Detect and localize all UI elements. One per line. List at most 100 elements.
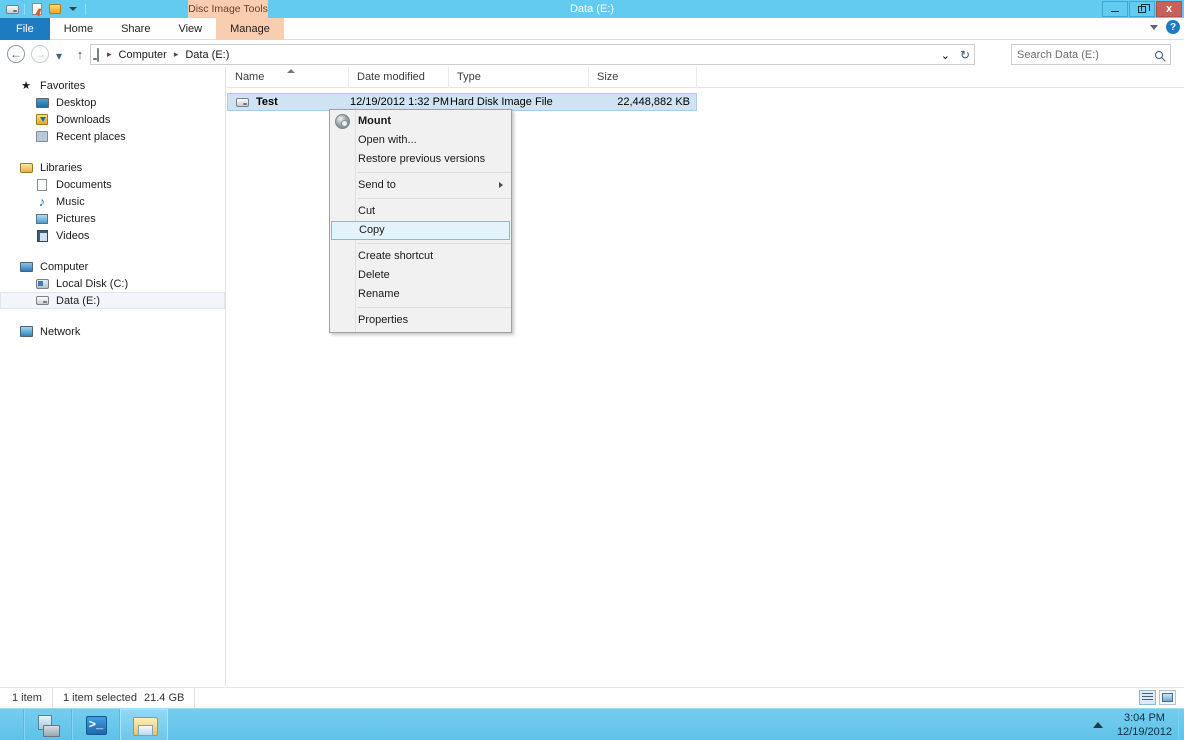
- breadcrumb-data-e[interactable]: Data (E:): [182, 49, 232, 61]
- sidebar-label: Videos: [56, 229, 90, 242]
- status-bar: 1 item 1 item selected 21.4 GB: [0, 687, 1184, 708]
- chevron-down-icon[interactable]: ⌄: [941, 49, 950, 62]
- column-headers: Name Date modified Type Size: [227, 66, 1184, 88]
- tab-manage[interactable]: Manage: [216, 18, 284, 40]
- drive-icon[interactable]: [4, 1, 20, 17]
- show-desktop-button[interactable]: [1178, 709, 1184, 740]
- taskbar-buttons: >_: [0, 709, 1184, 740]
- large-icons-view-icon: [1162, 693, 1173, 702]
- close-button[interactable]: x: [1156, 1, 1182, 17]
- ribbon-tabs: File Home Share View Manage: [0, 18, 1184, 40]
- context-menu-item-properties[interactable]: Properties: [330, 311, 511, 330]
- taskbar-clock[interactable]: 3:04 PM 12/19/2012: [1117, 711, 1184, 739]
- context-menu-separator: [358, 172, 511, 173]
- sidebar-item-documents[interactable]: Documents: [0, 176, 225, 193]
- server-manager-icon: [37, 714, 60, 737]
- context-menu-item-cut[interactable]: Cut: [330, 202, 511, 221]
- large-icons-view-button[interactable]: [1159, 690, 1176, 705]
- chevron-down-icon[interactable]: [65, 1, 81, 17]
- sidebar-item-recent-places[interactable]: Recent places: [0, 128, 225, 145]
- ribbon-tab-strip: File Home Share View Manage ?: [0, 18, 1184, 40]
- refresh-icon[interactable]: ↻: [960, 48, 970, 62]
- sidebar-item-data-e[interactable]: Data (E:): [0, 292, 225, 309]
- recent-locations-button[interactable]: ▾: [52, 47, 66, 65]
- context-menu-item-copy[interactable]: Copy: [331, 221, 510, 240]
- taskbar-button-file-explorer[interactable]: [120, 709, 168, 740]
- breadcrumb-separator: ▸: [107, 49, 112, 59]
- details-view-button[interactable]: [1139, 690, 1156, 705]
- drive-icon: [234, 94, 250, 110]
- context-menu-item-delete[interactable]: Delete: [330, 266, 511, 285]
- window-title: Data (E:): [569, 3, 614, 15]
- sidebar-item-favorites[interactable]: ★ Favorites: [0, 77, 225, 94]
- search-icon[interactable]: [1155, 50, 1163, 59]
- column-header-name[interactable]: Name: [227, 66, 349, 88]
- title-bar: Data (E:) x: [0, 0, 1184, 18]
- forward-button[interactable]: →: [31, 45, 49, 63]
- show-hidden-icons-icon[interactable]: [1092, 722, 1103, 728]
- sidebar-item-music[interactable]: ♪ Music: [0, 193, 225, 210]
- context-menu-item-open-with[interactable]: Open with...: [330, 131, 511, 150]
- context-menu-item-create-shortcut[interactable]: Create shortcut: [330, 247, 511, 266]
- column-header-date-modified[interactable]: Date modified: [349, 66, 449, 88]
- sidebar-group-gap-3: [0, 309, 225, 323]
- sidebar-label: Downloads: [56, 113, 111, 126]
- tab-home[interactable]: Home: [50, 18, 107, 40]
- disc-icon: [335, 114, 350, 129]
- context-menu-label: Send to: [358, 179, 396, 191]
- back-button[interactable]: ←: [7, 45, 25, 63]
- new-folder-icon[interactable]: [47, 1, 63, 17]
- chevron-down-icon[interactable]: [1150, 24, 1158, 30]
- sidebar-item-downloads[interactable]: Downloads: [0, 111, 225, 128]
- quick-access-toolbar: [4, 0, 88, 18]
- sidebar-item-libraries[interactable]: Libraries: [0, 159, 225, 176]
- sidebar-item-local-disk-c[interactable]: Local Disk (C:): [0, 275, 225, 292]
- network-icon: [18, 324, 34, 340]
- context-menu-item-restore-previous-versions[interactable]: Restore previous versions: [330, 150, 511, 169]
- taskbar-button-server-manager[interactable]: [24, 709, 72, 740]
- tab-view[interactable]: View: [164, 18, 216, 40]
- view-mode-buttons: [1139, 690, 1176, 705]
- taskbar-button-powershell[interactable]: >_: [72, 709, 120, 740]
- system-tray: 3:04 PM 12/19/2012: [1092, 709, 1184, 740]
- sidebar-label: Recent places: [56, 130, 126, 143]
- column-header-type[interactable]: Type: [449, 66, 589, 88]
- column-header-size[interactable]: Size: [589, 66, 697, 88]
- video-icon: [34, 228, 50, 244]
- tab-file[interactable]: File: [0, 18, 50, 40]
- address-breadcrumb-field[interactable]: ▸ Computer ▸ Data (E:) ⌄ ↻: [90, 44, 975, 65]
- context-menu-label: Cut: [358, 205, 376, 217]
- drive-icon: [34, 293, 50, 309]
- context-menu-item-send-to[interactable]: Send to: [330, 176, 511, 195]
- tab-share[interactable]: Share: [107, 18, 164, 40]
- address-actions: ⌄ ↻: [941, 48, 970, 62]
- sidebar-item-desktop[interactable]: Desktop: [0, 94, 225, 111]
- context-menu-item-rename[interactable]: Rename: [330, 285, 511, 304]
- file-explorer-window: Data (E:) x Disc Image Tools File Home S…: [0, 0, 1184, 740]
- context-menu-label: Mount: [358, 115, 391, 127]
- sidebar-item-network[interactable]: Network: [0, 323, 225, 340]
- context-menu-separator-4: [358, 307, 511, 308]
- status-selection-info: 1 item selected 21.4 GB: [53, 687, 196, 708]
- clock-date: 12/19/2012: [1116, 726, 1172, 738]
- file-name-cell[interactable]: Test: [228, 94, 350, 110]
- ribbon-right-controls: ?: [1150, 20, 1180, 34]
- sidebar-item-pictures[interactable]: Pictures: [0, 210, 225, 227]
- properties-icon[interactable]: [29, 1, 45, 17]
- address-bar: ← → ▾ ↑ ▸ Computer ▸ Data (E:) ⌄ ↻ Searc…: [0, 42, 1184, 66]
- column-label: Type: [457, 70, 481, 83]
- libraries-icon: [18, 160, 34, 176]
- help-icon[interactable]: ?: [1166, 20, 1180, 34]
- navigation-pane: ★ Favorites Desktop Downloads Recent pla…: [0, 67, 226, 686]
- minimize-button[interactable]: [1102, 1, 1128, 17]
- sidebar-item-videos[interactable]: Videos: [0, 227, 225, 244]
- context-menu-item-mount[interactable]: Mount: [330, 112, 511, 131]
- breadcrumb-computer[interactable]: Computer: [116, 49, 170, 61]
- sidebar-item-computer[interactable]: Computer: [0, 258, 225, 275]
- up-button[interactable]: ↑: [71, 45, 89, 63]
- search-box[interactable]: Search Data (E:): [1011, 44, 1171, 65]
- search-input[interactable]: Search Data (E:): [1017, 49, 1155, 61]
- taskbar: >_ 3:04 PM 12/19/2012: [0, 708, 1184, 740]
- maximize-restore-button[interactable]: [1129, 1, 1155, 17]
- details-view-icon: [1142, 693, 1153, 702]
